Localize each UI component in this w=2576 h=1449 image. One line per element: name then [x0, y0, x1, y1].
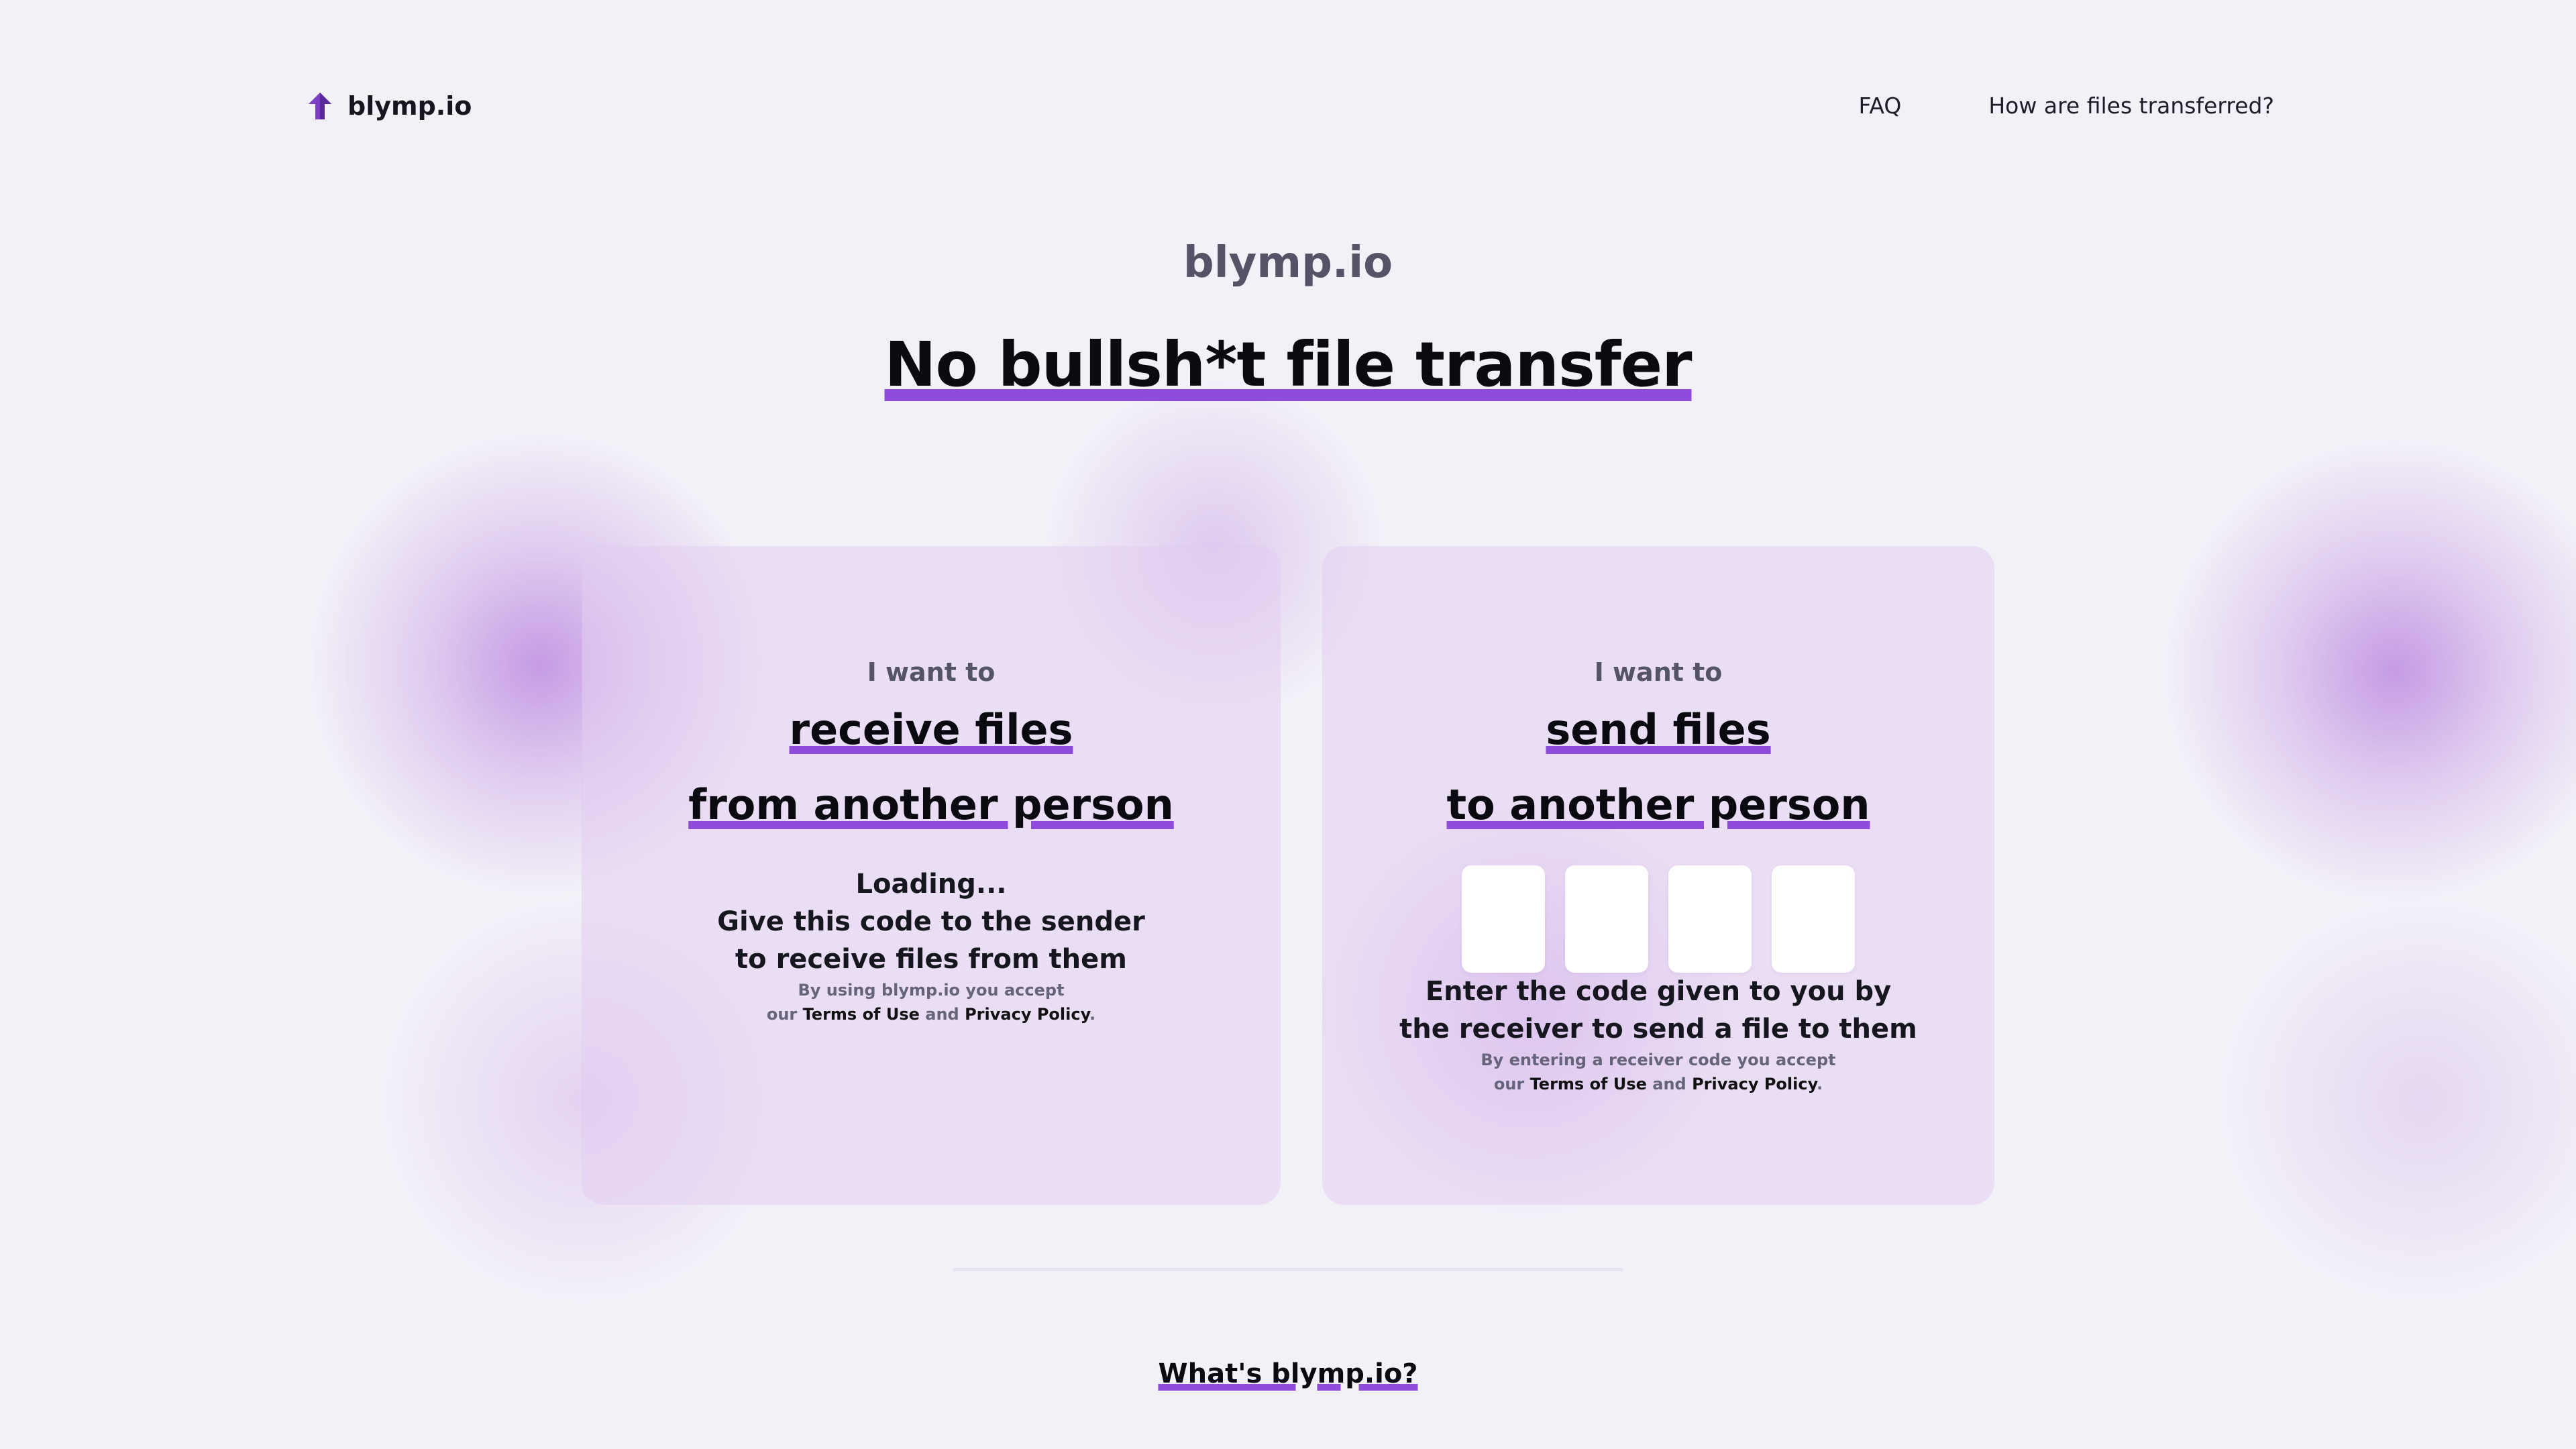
send-legal-line1: By entering a receiver code you accept	[1481, 1051, 1836, 1069]
send-help-line1: Enter the code given to you by	[1425, 976, 1892, 1007]
receive-legal-and: and	[925, 1005, 959, 1024]
receive-files-card: I want to receive files from another per…	[582, 547, 1280, 1204]
receive-legal-our: our	[766, 1005, 798, 1024]
send-legal-our: our	[1493, 1075, 1525, 1093]
receive-body: Loading... Give this code to the sender …	[582, 865, 1280, 1026]
page-title: No bullsh*t file transfer	[0, 329, 2576, 400]
upload-arrow-icon	[309, 93, 331, 119]
section-divider	[953, 1268, 1623, 1271]
code-digit-2[interactable]	[1565, 865, 1648, 973]
privacy-policy-link[interactable]: Privacy Policy	[965, 1005, 1089, 1024]
terms-of-use-link[interactable]: Terms of Use	[1530, 1075, 1647, 1093]
receive-legal-line1: By using blymp.io you accept	[798, 981, 1065, 1000]
send-legal-end: .	[1817, 1075, 1823, 1093]
terms-of-use-link[interactable]: Terms of Use	[803, 1005, 920, 1024]
receive-title-line2: from another person	[688, 780, 1174, 829]
receive-legal-end: .	[1089, 1005, 1096, 1024]
receive-kicker: I want to	[867, 657, 996, 687]
send-title-line1: send files	[1546, 705, 1771, 754]
logo-text: blymp.io	[347, 91, 472, 121]
nav-link-how-transferred[interactable]: How are files transferred?	[1988, 93, 2274, 119]
send-files-card: I want to send files to another person E…	[1323, 547, 1994, 1204]
receive-legal: By using blymp.io you accept our Terms o…	[582, 978, 1280, 1026]
page-title-text: No bullsh*t file transfer	[884, 329, 1692, 400]
code-digit-1[interactable]	[1462, 865, 1545, 973]
receiver-code-input	[1323, 865, 1994, 973]
receive-help-line1: Give this code to the sender	[717, 906, 1145, 937]
send-legal: By entering a receiver code you accept o…	[1323, 1048, 1994, 1096]
about-section-title-text: What's blymp.io?	[1158, 1358, 1418, 1389]
send-title-line2: to another person	[1446, 780, 1870, 829]
home-logo-link[interactable]: blymp.io	[309, 91, 472, 121]
send-help-line2: the receiver to send a file to them	[1399, 1014, 1917, 1044]
send-legal-line2: our Terms of Use and Privacy Policy.	[1323, 1072, 1994, 1096]
nav-links: FAQ How are files transferred?	[1858, 93, 2274, 119]
receive-title: receive files from another person	[582, 698, 1280, 848]
send-title: send files to another person	[1323, 698, 1994, 848]
code-digit-3[interactable]	[1668, 865, 1752, 973]
about-section-title: What's blymp.io?	[0, 1358, 2576, 1389]
hero-brand: blymp.io	[1183, 238, 1393, 288]
receive-title-line1: receive files	[789, 705, 1073, 754]
send-legal-and: and	[1652, 1075, 1686, 1093]
background-blob	[2160, 436, 2576, 906]
nav-link-faq[interactable]: FAQ	[1858, 93, 1901, 119]
code-digit-4[interactable]	[1772, 865, 1855, 973]
receive-legal-line2: our Terms of Use and Privacy Policy.	[582, 1002, 1280, 1026]
send-kicker: I want to	[1594, 657, 1723, 687]
receive-help-line2: to receive files from them	[735, 944, 1127, 975]
privacy-policy-link[interactable]: Privacy Policy	[1692, 1075, 1817, 1093]
send-body: Enter the code given to you by the recei…	[1323, 973, 1994, 1096]
background-blob	[2214, 892, 2576, 1308]
receive-code-status: Loading...	[855, 869, 1007, 900]
